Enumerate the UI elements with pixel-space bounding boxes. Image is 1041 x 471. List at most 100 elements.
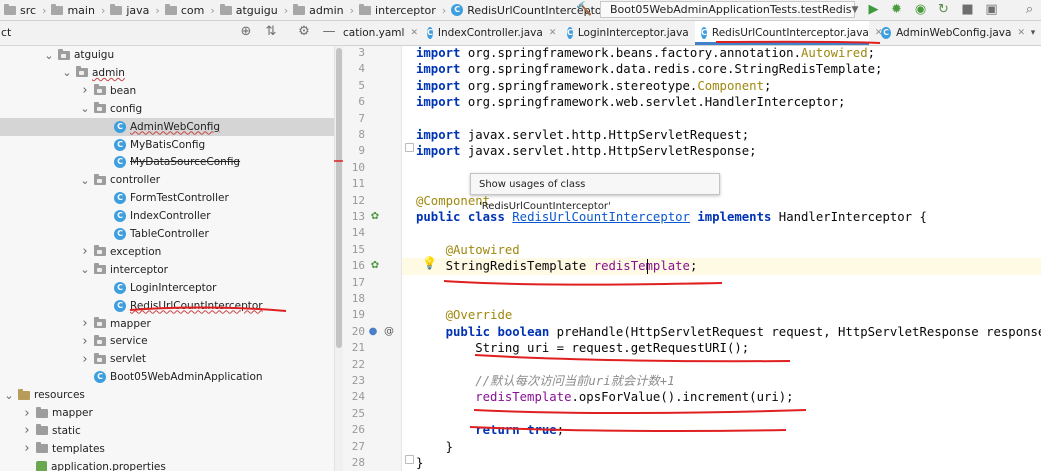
chevron-down-icon[interactable]: ⌄ xyxy=(80,102,90,115)
chevron-right-icon[interactable]: › xyxy=(80,334,90,349)
tree-item-config[interactable]: ⌄ config xyxy=(0,100,334,118)
chevron-down-icon[interactable]: ⌄ xyxy=(80,174,90,187)
tree-item-mapper[interactable]: › mapper xyxy=(0,404,334,422)
code-line[interactable]: } xyxy=(416,439,453,455)
gear-icon[interactable]: ⚙ xyxy=(296,24,312,40)
chevron-right-icon[interactable]: › xyxy=(80,83,90,98)
line-number: 19 xyxy=(351,308,365,322)
tab-list-icon[interactable]: ▾ xyxy=(1025,21,1041,45)
code-line[interactable]: String uri = request.getRequestURI(); xyxy=(416,340,749,356)
chevron-down-icon[interactable]: ⌄ xyxy=(62,66,72,79)
tree-item-mapper[interactable]: › mapper xyxy=(0,315,334,333)
editor-tabs: ▾ cation.yaml ✕ C IndexController.java ✕ C Log… xyxy=(343,21,1041,46)
chevron-down-icon[interactable]: ⌄ xyxy=(4,389,14,402)
debug-icon[interactable]: ✹ xyxy=(889,2,904,17)
tree-item-mybatisconfig[interactable]: C MyBatisConfig xyxy=(0,136,334,154)
fold-marker-icon[interactable] xyxy=(405,455,414,464)
tree-item-boot05webadminapplication[interactable]: C Boot05WebAdminApplication xyxy=(0,368,334,386)
hammer-icon[interactable]: 🔨 xyxy=(576,3,592,17)
line-number: 8 xyxy=(358,128,365,141)
coverage-icon[interactable]: ◉ xyxy=(913,2,928,17)
line-number: 11 xyxy=(351,177,365,191)
tree-item-label: static xyxy=(52,424,81,437)
code-line[interactable]: import org.springframework.stereotype.Co… xyxy=(416,78,771,94)
breadcrumb-label: com xyxy=(180,3,205,17)
code-line[interactable]: return true; xyxy=(416,422,564,438)
chevron-right-icon[interactable]: › xyxy=(22,441,32,456)
tree-item-resources[interactable]: ⌄ resources xyxy=(0,386,334,404)
run-configuration-select[interactable]: Boot05WebAdminApplicationTests.testRedis… xyxy=(600,1,858,18)
class-icon: C xyxy=(114,210,126,223)
stop-icon[interactable]: ■ xyxy=(960,2,975,17)
tree-item-controller[interactable]: ⌄ controller xyxy=(0,171,334,189)
tree-item-formtestcontroller[interactable]: C FormTestController xyxy=(0,189,334,207)
tree-item-admin[interactable]: ⌄ admin xyxy=(0,64,334,82)
tree-item-logininterceptor[interactable]: C LoginInterceptor xyxy=(0,279,334,297)
override-icon[interactable]: ● xyxy=(367,326,379,338)
target-icon[interactable]: ⊕ xyxy=(238,24,254,40)
code-line[interactable]: public boolean preHandle(HttpServletRequ… xyxy=(416,324,1041,340)
tab-adminwebconfig-java[interactable]: C AdminWebConfig.java ✕ xyxy=(875,21,1025,45)
code-line[interactable]: StringRedisTemplate redisTemplate; xyxy=(402,258,1041,275)
tree-item-tablecontroller[interactable]: C TableController xyxy=(0,225,334,243)
code-line[interactable]: @Override xyxy=(416,307,513,323)
chevron-right-icon[interactable]: › xyxy=(80,244,90,259)
chevron-down-icon[interactable]: ⌄ xyxy=(44,49,54,62)
scrollbar-thumb[interactable] xyxy=(336,48,342,348)
code-line[interactable]: import org.springframework.beans.factory… xyxy=(416,46,875,61)
tree-item-indexcontroller[interactable]: C IndexController xyxy=(0,207,334,225)
tree-item-templates[interactable]: › templates xyxy=(0,440,334,458)
breadcrumb-item[interactable]: com › xyxy=(164,0,220,20)
tree-item-mydatasourceconfig[interactable]: C MyDataSourceConfig xyxy=(0,153,334,171)
spring-bean-icon[interactable]: ✿ xyxy=(369,211,381,223)
code-line[interactable]: import javax.servlet.http.HttpServletReq… xyxy=(416,127,749,143)
tab-indexcontroller-java[interactable]: C IndexController.java ✕ xyxy=(421,21,557,45)
code-editor[interactable]: import org.springframework.beans.factory… xyxy=(402,46,1041,471)
code-line[interactable]: import org.springframework.data.redis.co… xyxy=(416,61,882,77)
chevron-down-icon: ▼ xyxy=(851,4,859,15)
code-line[interactable]: } xyxy=(416,455,423,471)
chevron-right-icon[interactable]: › xyxy=(22,423,32,438)
tree-item-redisurlcountinterceptor[interactable]: C RedisUrlCountInterceptor xyxy=(0,297,334,315)
code-line[interactable]: import javax.servlet.http.HttpServletRes… xyxy=(416,143,757,159)
breadcrumb-item[interactable]: main › xyxy=(51,0,110,20)
tab-cation-yaml[interactable]: cation.yaml ✕ xyxy=(343,21,418,45)
minimize-icon[interactable]: — xyxy=(321,24,337,40)
tree-item-servlet[interactable]: › servlet xyxy=(0,350,334,368)
chevron-right-icon[interactable]: › xyxy=(22,406,32,421)
tab-redisurlcountinterceptor-java[interactable]: C RedisUrlCountInterceptor.java ✕ xyxy=(695,21,882,45)
close-icon[interactable]: ✕ xyxy=(410,28,418,38)
close-icon[interactable]: ✕ xyxy=(1017,28,1025,38)
search-icon[interactable]: ⌕ xyxy=(1022,2,1037,17)
chevron-right-icon[interactable]: › xyxy=(80,316,90,331)
tab-logininterceptor-java[interactable]: CLoginInterceptor.java✕ xyxy=(561,21,702,45)
tree-item-static[interactable]: › static xyxy=(0,422,334,440)
tree-item-adminwebconfig[interactable]: C AdminWebConfig xyxy=(0,117,334,136)
tree-item-application-properties[interactable]: application.properties xyxy=(0,458,334,471)
annotation-icon[interactable]: @ xyxy=(383,326,395,338)
collapse-icon[interactable]: ⇅ xyxy=(263,24,279,40)
tree-item-atguigu[interactable]: ⌄ atguigu xyxy=(0,46,334,64)
breadcrumb-item[interactable]: interceptor › xyxy=(359,0,451,20)
breadcrumb-item[interactable]: src › xyxy=(4,0,51,20)
chevron-down-icon[interactable]: ⌄ xyxy=(80,263,90,276)
chevron-right-icon: › xyxy=(42,3,47,17)
tree-item-bean[interactable]: › bean xyxy=(0,82,334,100)
lightbulb-icon[interactable]: 💡 xyxy=(422,256,437,270)
tree-item-service[interactable]: › service xyxy=(0,332,334,350)
spring-bean-icon[interactable]: ✿ xyxy=(369,260,381,272)
code-line[interactable]: import org.springframework.web.servlet.H… xyxy=(416,94,845,110)
chevron-right-icon[interactable]: › xyxy=(80,352,90,367)
code-line[interactable]: //默认每次访问当前uri就会计数+1 xyxy=(416,373,674,389)
breadcrumb-item[interactable]: admin › xyxy=(293,0,359,20)
tree-item-interceptor[interactable]: ⌄ interceptor xyxy=(0,261,334,279)
profile-icon[interactable]: ↻ xyxy=(936,2,951,17)
close-icon[interactable]: ✕ xyxy=(549,28,557,38)
fold-marker-icon[interactable] xyxy=(405,143,414,152)
window-icon[interactable]: ▣ xyxy=(984,2,999,17)
breadcrumb-item[interactable]: java › xyxy=(110,0,164,20)
code-line[interactable]: redisTemplate.opsForValue().increment(ur… xyxy=(416,389,793,405)
tree-item-exception[interactable]: › exception xyxy=(0,243,334,261)
breadcrumb-item[interactable]: atguigu › xyxy=(219,0,293,20)
run-icon[interactable]: ▶ xyxy=(866,2,881,17)
